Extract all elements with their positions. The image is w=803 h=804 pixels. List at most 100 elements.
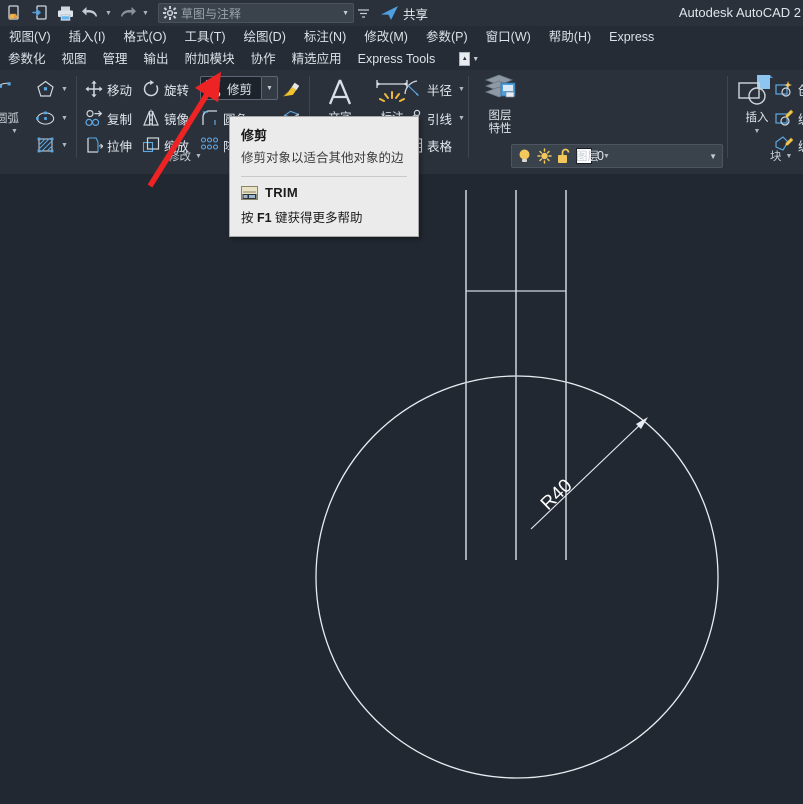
edit-attribute-label: 编辑 <box>798 136 803 155</box>
tab-collaborate[interactable]: 协作 <box>243 48 284 70</box>
radius-leader-line <box>530 419 646 530</box>
tab-view[interactable]: 视图 <box>54 48 95 70</box>
tab-featured-apps[interactable]: 精选应用 <box>284 48 350 70</box>
qat-customize-icon[interactable] <box>355 8 371 19</box>
redo-dropdown-caret[interactable]: ▼ <box>140 2 151 24</box>
ellipse-icon <box>36 109 55 128</box>
sun-icon[interactable] <box>537 148 552 164</box>
chevron-down-icon[interactable]: ▼ <box>709 152 717 161</box>
tab-addins[interactable]: 附加模块 <box>177 48 243 70</box>
app-title: Autodesk AutoCAD 2 <box>678 5 801 20</box>
chevron-down-icon[interactable]: ▼ <box>458 86 465 93</box>
ellipse-tool[interactable]: ▼ <box>36 107 68 129</box>
saveas-icon[interactable] <box>28 2 52 24</box>
chevron-down-icon[interactable]: ▼ <box>458 115 465 122</box>
chevron-down-icon[interactable]: ▼ <box>472 56 479 63</box>
chevron-down-icon[interactable]: ▼ <box>195 153 202 160</box>
table-label: 表格 <box>427 139 453 154</box>
redo-icon[interactable] <box>115 2 139 24</box>
workspace-caret[interactable]: ▼ <box>342 10 349 17</box>
trim-dropdown-caret[interactable]: ▼ <box>262 76 278 100</box>
menu-format[interactable]: 格式(O) <box>114 26 175 48</box>
menu-express[interactable]: Express <box>600 26 663 48</box>
mirror-tool[interactable]: 镜像 <box>141 107 189 129</box>
insert-block-tool[interactable]: 插入 ▼ <box>733 74 781 138</box>
chevron-down-icon[interactable]: ▼ <box>61 86 68 93</box>
edit-block-tool[interactable]: 编辑 <box>775 107 803 129</box>
draw-panel-expand[interactable]: ▼ <box>11 128 18 135</box>
tab-parametric[interactable]: 参数化 <box>0 48 54 70</box>
menu-insert[interactable]: 插入(I) <box>60 26 115 48</box>
arc-tool[interactable] <box>0 78 11 100</box>
copy-label: 复制 <box>107 112 133 127</box>
menu-help[interactable]: 帮助(H) <box>540 26 600 48</box>
help-prefix: 按 <box>241 211 257 225</box>
menu-view[interactable]: 视图(V) <box>0 26 60 48</box>
print-icon[interactable] <box>53 2 77 24</box>
layers-panel-label[interactable]: 图层 ▼ <box>576 148 610 164</box>
create-block-label: 创建 <box>798 80 803 99</box>
share-label: 共享 <box>403 7 429 22</box>
erase-tool[interactable] <box>282 78 301 100</box>
arc-icon <box>0 80 11 99</box>
array-icon <box>200 136 219 155</box>
menu-dimension[interactable]: 标注(N) <box>295 26 355 48</box>
erase-icon <box>282 80 301 99</box>
share-button[interactable]: 共享 <box>380 4 428 23</box>
radius-icon <box>404 80 423 99</box>
radius-dimension-text: R40 <box>537 475 577 514</box>
mirror-icon <box>141 109 160 128</box>
undo-icon[interactable] <box>78 2 102 24</box>
copy-tool[interactable]: 复制 <box>84 107 132 129</box>
hatch-icon <box>36 136 55 155</box>
copy-icon <box>84 109 103 128</box>
menu-draw[interactable]: 绘图(D) <box>235 26 295 48</box>
move-icon <box>84 80 103 99</box>
lightbulb-icon[interactable] <box>517 148 532 164</box>
layer-properties-tool[interactable]: 图层 特性 <box>476 74 524 136</box>
polygon-tool[interactable]: ▼ <box>36 78 68 100</box>
modify-panel-label[interactable]: 修改 ▼ <box>168 148 202 164</box>
chevron-down-icon[interactable]: ▼ <box>61 142 68 149</box>
drawing-canvas[interactable]: R40 <box>0 174 803 804</box>
autocad-window: ▼ ▼ 草图与注释 ▼ 共享 Autodesk AutoCAD 2 视图(V) … <box>0 0 803 804</box>
block-panel-label[interactable]: 块 ▼ <box>770 148 792 164</box>
menu-parametric[interactable]: 参数(P) <box>417 26 477 48</box>
radius-tool[interactable]: 半径 ▼ <box>404 78 465 100</box>
chevron-down-icon[interactable]: ▼ <box>11 128 18 135</box>
menu-tools[interactable]: 工具(T) <box>176 26 235 48</box>
stretch-tool[interactable]: 拉伸 <box>84 134 132 156</box>
tooltip-command-row: TRIM <box>241 185 407 200</box>
scale-icon <box>141 136 160 155</box>
menu-window[interactable]: 窗口(W) <box>477 26 540 48</box>
unlock-icon[interactable] <box>557 148 571 164</box>
chevron-down-icon[interactable]: ▼ <box>754 125 761 138</box>
create-block-tool[interactable]: 创建 <box>775 78 803 100</box>
move-tool[interactable]: 移动 <box>84 78 132 100</box>
trim-icon <box>204 79 223 98</box>
insert-block-icon <box>737 74 777 112</box>
trim-tool[interactable]: 修剪 <box>200 76 262 100</box>
edit-block-icon <box>775 109 794 128</box>
layers-big-label-1: 图层 <box>488 110 512 122</box>
tab-output[interactable]: 输出 <box>136 48 177 70</box>
chevron-down-icon[interactable]: ▼ <box>603 153 610 160</box>
block-label: 块 <box>770 151 782 163</box>
current-layer-dropdown[interactable]: 0 ▼ <box>511 144 723 168</box>
rotate-label: 旋转 <box>164 83 190 98</box>
layer-properties-icon <box>482 74 518 110</box>
hatch-tool[interactable]: ▼ <box>36 134 68 156</box>
tab-express-tools[interactable]: Express Tools <box>350 48 444 70</box>
menu-modify[interactable]: 修改(M) <box>355 26 417 48</box>
undo-dropdown-caret[interactable]: ▼ <box>103 2 114 24</box>
rotate-tool[interactable]: 旋转 <box>141 78 189 100</box>
edit-block-label: 编辑 <box>798 109 803 128</box>
text-icon <box>323 76 357 112</box>
open-icon[interactable] <box>3 2 27 24</box>
menu-bar-primary: 视图(V) 插入(I) 格式(O) 工具(T) 绘图(D) 标注(N) 修改(M… <box>0 26 803 48</box>
chevron-down-icon[interactable]: ▼ <box>786 153 793 160</box>
chevron-down-icon[interactable]: ▼ <box>61 115 68 122</box>
workspace-selector[interactable]: 草图与注释 ▼ <box>158 3 354 23</box>
tab-manage[interactable]: 管理 <box>95 48 136 70</box>
ribbon-minimize-control[interactable]: ▲ ▼ <box>459 52 479 66</box>
